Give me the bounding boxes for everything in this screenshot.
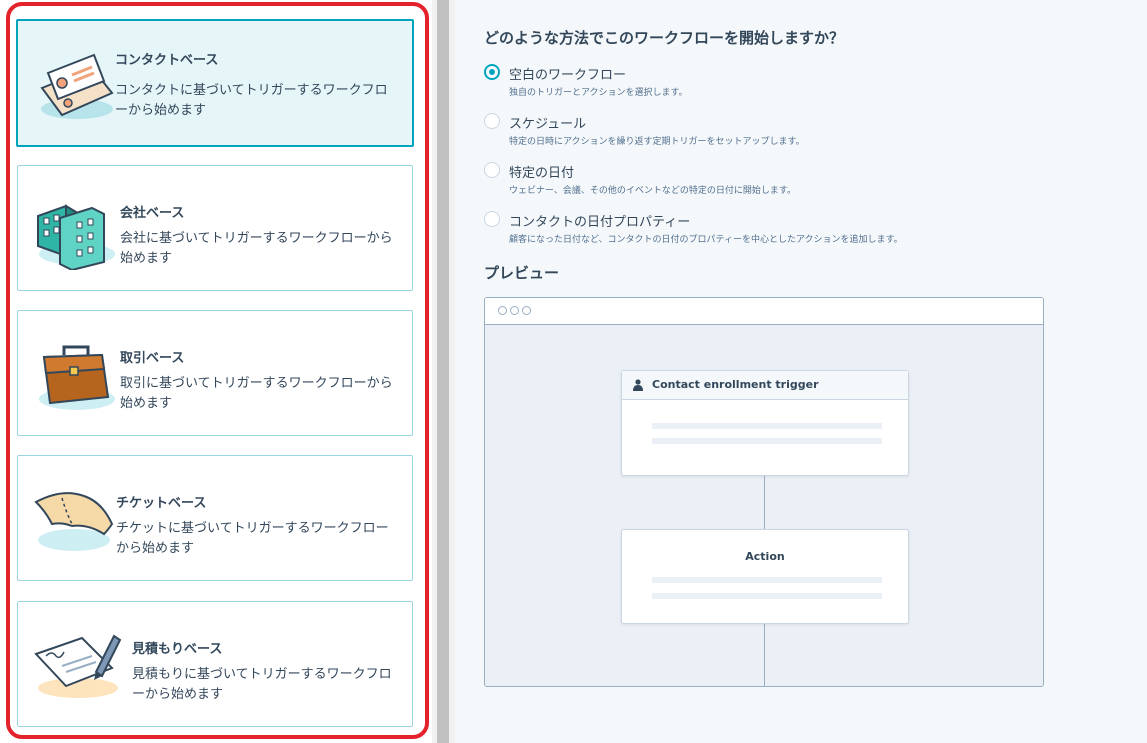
card-description: 会社に基づいてトリガーするワークフローから 始めます (120, 229, 393, 269)
start-method-question: どのような方法でこのワークフローを開始しますか？ (484, 29, 845, 47)
radio-button[interactable] (484, 113, 500, 129)
person-icon (633, 379, 643, 391)
trigger-card: Contact enrollment trigger (621, 370, 909, 476)
card-description-line: ーから始めます (115, 103, 207, 118)
ticket-icon (34, 492, 114, 551)
option-help-text: 顧客になった日付など、コンタクトの日付のプロパティーを中心としたアクションを追加… (509, 235, 903, 245)
card-description-line: 始めます (120, 251, 173, 266)
card-description-line: から始めます (116, 541, 195, 556)
trigger-card-header: Contact enrollment trigger (622, 371, 908, 400)
card-description-line: 見積もりに基づいてトリガーするワークフロ (132, 667, 392, 682)
card-title: コンタクトベース (115, 53, 219, 68)
window-dot-icon (498, 306, 507, 315)
card-description-line: 始めます (120, 396, 173, 411)
option-help-text: 独自のトリガーとアクションを選択します。 (509, 88, 688, 98)
action-card: Action (621, 529, 909, 624)
scrollbar-thumb[interactable] (437, 0, 449, 743)
card-title: 会社ベース (120, 206, 185, 221)
option-help-text: ウェビナー、会議、その他のイベントなどの特定の日付に開始します。 (509, 186, 797, 196)
workflow-preview-window: Contact enrollment trigger Action (484, 297, 1044, 687)
preview-heading: プレビュー (484, 264, 560, 282)
card-contact-based[interactable]: コンタクトベース コンタクトに基づいてトリガーするワークフロ ーから始めます (16, 19, 414, 147)
radio-button[interactable] (484, 162, 500, 178)
card-description-line: コンタクトに基づいてトリガーするワークフロ (115, 83, 388, 98)
company-building-icon (37, 204, 115, 270)
placeholder-line (652, 593, 882, 599)
card-description-line: 会社に基づいてトリガーするワークフローから (120, 231, 393, 246)
placeholder-line (652, 577, 882, 583)
option-label: コンタクトの日付プロパティー (509, 215, 691, 230)
option-label: 特定の日付 (509, 166, 575, 181)
briefcase-icon (39, 345, 115, 410)
action-title: Action (745, 550, 785, 563)
option-label: スケジュール (509, 117, 587, 132)
card-deal-based[interactable]: 取引ベース 取引に基づいてトリガーするワークフローから 始めます (17, 310, 413, 436)
card-description-line: チケットに基づいてトリガーするワークフロー (116, 521, 389, 536)
card-description: コンタクトに基づいてトリガーするワークフロ ーから始めます (115, 81, 388, 121)
contact-card-icon (40, 53, 114, 119)
window-dot-icon (522, 306, 531, 315)
card-ticket-based[interactable]: チケットベース チケットに基づいてトリガーするワークフロー から始めます (17, 455, 413, 581)
option-label: 空白のワークフロー (509, 68, 627, 83)
card-title: 見積もりベース (132, 642, 223, 657)
card-description: チケットに基づいてトリガーするワークフロー から始めます (116, 519, 389, 559)
card-description-line: 取引に基づいてトリガーするワークフローから (120, 376, 393, 391)
window-dot-icon (510, 306, 519, 315)
preview-window-titlebar (485, 298, 1043, 325)
card-quote-based[interactable]: 見積もりベース 見積もりに基づいてトリガーするワークフロ ーから始めます (17, 601, 413, 727)
object-type-panel: コンタクトベース コンタクトに基づいてトリガーするワークフロ ーから始めます 会… (0, 0, 432, 743)
radio-button[interactable] (484, 64, 500, 80)
card-title: チケットベース (116, 496, 207, 511)
card-company-based[interactable]: 会社ベース 会社に基づいてトリガーするワークフローから 始めます (17, 165, 413, 291)
placeholder-line (652, 423, 882, 429)
card-title: 取引ベース (120, 351, 185, 366)
flow-connector-line (764, 624, 765, 686)
card-description: 取引に基づいてトリガーするワークフローから 始めます (120, 374, 393, 414)
radio-button[interactable] (484, 211, 500, 227)
quote-signature-icon (34, 634, 122, 698)
card-description-line: ーから始めます (132, 687, 224, 702)
placeholder-line (652, 438, 882, 444)
flow-connector-line (764, 476, 765, 529)
trigger-title: Contact enrollment trigger (652, 378, 819, 391)
card-description: 見積もりに基づいてトリガーするワークフロ ーから始めます (132, 665, 392, 705)
option-help-text: 特定の日時にアクションを繰り返す定期トリガーをセットアップします。 (509, 137, 805, 147)
